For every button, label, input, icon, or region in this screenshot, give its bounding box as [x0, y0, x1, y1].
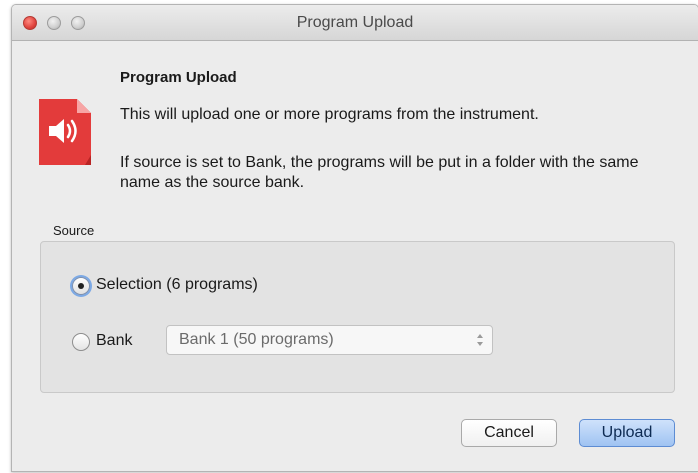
bank-select-value: Bank 1 (50 programs) — [179, 331, 334, 348]
program-upload-dialog: Program Upload Program Upload This will … — [11, 4, 698, 472]
upload-button[interactable]: Upload — [579, 419, 675, 447]
speaker-document-icon — [39, 99, 91, 165]
up-down-arrows-icon — [477, 334, 483, 346]
dialog-heading: Program Upload — [120, 69, 237, 86]
source-group-box — [40, 241, 675, 393]
source-group-label: Source — [53, 223, 95, 238]
radio-selected-dot — [78, 283, 84, 289]
bank-radio[interactable] — [72, 333, 90, 351]
cancel-button[interactable]: Cancel — [461, 419, 557, 447]
selection-radio-label[interactable]: Selection (6 programs) — [96, 276, 258, 294]
dialog-description: This will upload one or more programs fr… — [120, 106, 539, 123]
selection-radio[interactable] — [72, 277, 90, 295]
window-title: Program Upload — [296, 14, 414, 31]
bank-radio-label[interactable]: Bank — [96, 332, 132, 350]
title-bar[interactable]: Program Upload — [12, 5, 698, 41]
dialog-note: If source is set to Bank, the programs w… — [120, 154, 639, 191]
bank-select[interactable]: Bank 1 (50 programs) — [166, 325, 493, 355]
